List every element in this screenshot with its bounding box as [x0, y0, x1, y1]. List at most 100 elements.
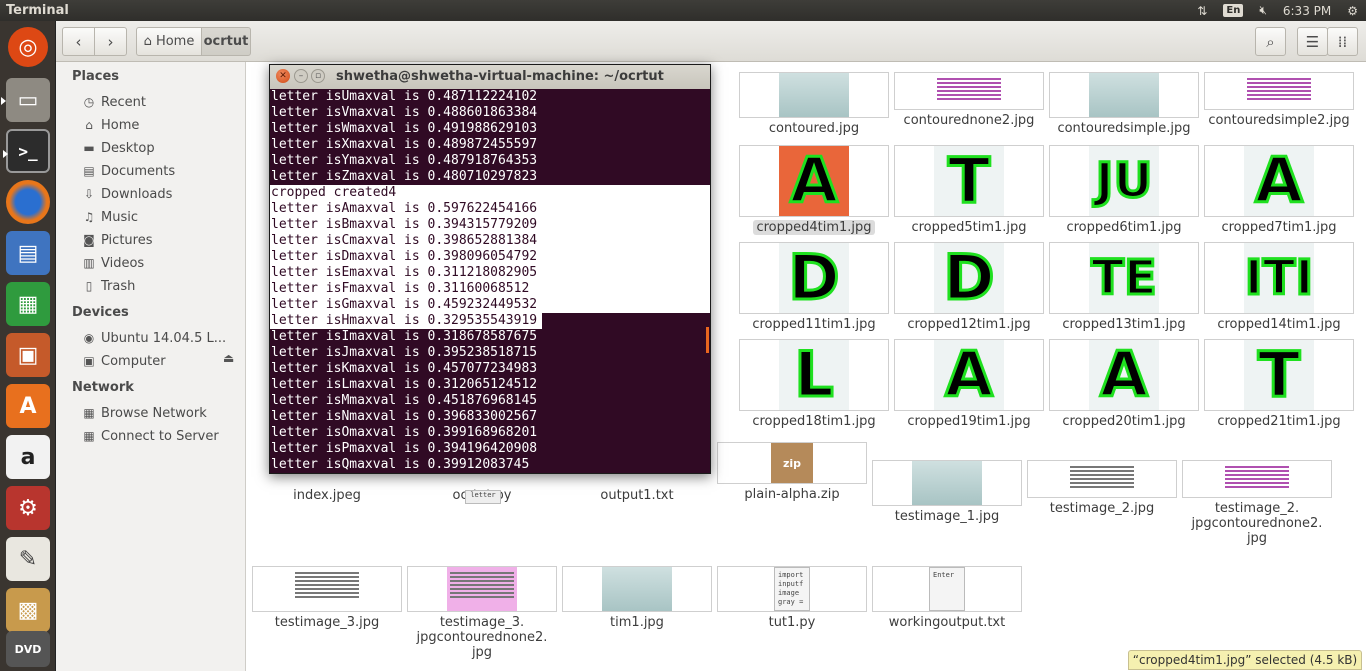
sidebar-item-ubuntu-14-04-5-l[interactable]: ◉ Ubuntu 14.04.5 L...	[82, 327, 242, 349]
close-icon[interactable]: ✕	[276, 69, 290, 83]
terminal-scrollbar[interactable]	[706, 327, 709, 353]
eject-icon[interactable]: ⏏	[223, 351, 234, 365]
network-icon: ▦	[83, 406, 95, 420]
image-viewer-icon[interactable]: ▩	[6, 588, 50, 632]
files-icon[interactable]: ▭	[1, 78, 50, 122]
breadcrumb-current[interactable]: ocrtut	[201, 27, 251, 56]
view-grid-button[interactable]: ⁞⁞	[1327, 27, 1358, 56]
back-button[interactable]: ‹	[62, 27, 95, 56]
file-item[interactable]: import inputf image gray = tut1.py	[717, 566, 867, 630]
sidebar-item-label: Trash	[101, 278, 136, 294]
search-button[interactable]: ⌕	[1255, 27, 1286, 56]
terminal-line: letter isXmaxval is 0.489872455597	[271, 137, 538, 152]
file-item[interactable]: JU cropped6tim1.jpg	[1049, 145, 1199, 235]
system-settings-icon[interactable]: ⚙	[6, 486, 50, 530]
file-item[interactable]: Tcropped5tim1.jpg	[894, 145, 1044, 235]
chevron-left-icon: ‹	[75, 32, 82, 51]
text-editor-icon[interactable]: ✎	[6, 537, 50, 581]
sidebar-item-pictures[interactable]: ◙ Pictures	[82, 229, 242, 251]
minimize-icon[interactable]: –	[294, 69, 308, 83]
file-item[interactable]: Dcropped11tim1.jpg	[739, 242, 889, 332]
image-thumbnail	[894, 72, 1044, 110]
file-item[interactable]: Acropped7tim1.jpg	[1204, 145, 1354, 235]
sidebar-item-trash[interactable]: ▯ Trash	[82, 275, 242, 297]
file-name: testimage_3.jpg	[274, 615, 380, 630]
terminal-line: letter isYmaxval is 0.487918764353	[271, 153, 538, 168]
file-item[interactable]: index.jpeg	[252, 485, 402, 503]
file-item[interactable]: Enter workingoutput.txt	[872, 566, 1022, 630]
terminal-line: letter isOmaxval is 0.399168968201	[271, 425, 538, 440]
file-item[interactable]: zip plain-alpha.zip	[717, 442, 867, 502]
sidebar-item-label: Connect to Server	[101, 428, 219, 444]
forward-button[interactable]: ›	[94, 27, 127, 56]
libreoffice-writer-icon[interactable]: ▤	[6, 231, 50, 275]
sidebar-item-recent[interactable]: ◷ Recent	[82, 91, 242, 113]
file-name: tim1.jpg	[610, 615, 664, 630]
file-item[interactable]: testimage_2.jpg	[1027, 460, 1177, 516]
keyboard-layout-indicator[interactable]: En	[1223, 4, 1244, 17]
file-item[interactable]: testimage_1.jpg	[872, 460, 1022, 524]
file-item[interactable]: contouredsimple.jpg	[1049, 72, 1199, 136]
file-item[interactable]: TE cropped13tim1.jpg	[1049, 242, 1199, 332]
file-item[interactable]: Tcropped21tim1.jpg	[1204, 339, 1354, 429]
terminal-line: letter isEmaxval is 0.311218082905	[270, 265, 710, 281]
python-file-icon: letter	[465, 490, 501, 504]
places-header: Places	[72, 69, 120, 84]
sidebar-item-music[interactable]: ♫ Music	[82, 206, 242, 228]
sidebar-item-browse-network[interactable]: ▦ Browse Network	[82, 402, 242, 424]
view-list-button[interactable]: ☰	[1297, 27, 1328, 56]
letter-thumbnail: ITI	[1204, 242, 1354, 314]
sidebar-item-home[interactable]: ⌂ Home	[82, 114, 242, 136]
sidebar-item-desktop[interactable]: ▬ Desktop	[82, 137, 242, 159]
file-item[interactable]: testimage_3.jpg	[252, 566, 402, 630]
letter-thumbnail: JU	[1049, 145, 1199, 217]
file-item[interactable]: Acropped20tim1.jpg	[1049, 339, 1199, 429]
python-file-icon: import inputf image gray =	[717, 566, 867, 612]
file-item[interactable]: Dcropped12tim1.jpg	[894, 242, 1044, 332]
sidebar-item-downloads[interactable]: ⇩ Downloads	[82, 183, 242, 205]
clock[interactable]: 6:33 PM	[1283, 4, 1331, 18]
file-item[interactable]: output1.txt	[562, 485, 712, 503]
terminal-output[interactable]: letter isUmaxval is 0.487112224102 letter…	[270, 89, 710, 474]
letter-thumbnail: A	[739, 145, 889, 217]
breadcrumb-home[interactable]: ⌂ Home	[136, 27, 202, 56]
letter-thumbnail: D	[739, 242, 889, 314]
dvd-icon[interactable]: DVD	[6, 631, 50, 667]
file-item[interactable]: contourednone2.jpg	[894, 72, 1044, 128]
terminal-line: letter isHmaxval is 0.329535543919	[270, 313, 542, 329]
sidebar-item-connect-to-server[interactable]: ▦ Connect to Server	[82, 425, 242, 447]
settings-gear-icon[interactable]: ⚙	[1347, 4, 1358, 18]
network-arrows-icon[interactable]: ⇅	[1197, 4, 1207, 18]
sidebar-item-documents[interactable]: ▤ Documents	[82, 160, 242, 182]
file-item[interactable]: testimage_3. jpgcontourednone2. jpg	[407, 566, 557, 660]
maximize-icon[interactable]: ▫	[311, 69, 325, 83]
terminal-icon[interactable]: >_	[3, 129, 50, 173]
terminal-line: letter isVmaxval is 0.488601863384	[271, 105, 538, 120]
sidebar: Places ◷ Recent ⌂ Home ▬ Desktop ▤ Documents ⇩ Do…	[56, 62, 246, 671]
file-item[interactable]: Lcropped18tim1.jpg	[739, 339, 889, 429]
terminal-window[interactable]: ✕ – ▫ shwetha@shwetha-virtual-machine: ~…	[269, 64, 711, 474]
amazon-icon[interactable]: a	[6, 435, 50, 479]
sidebar-item-videos[interactable]: ▥ Videos	[82, 252, 242, 274]
file-item[interactable]: testimage_2. jpgcontourednone2. jpg	[1182, 460, 1332, 546]
file-item[interactable]: contoured.jpg	[739, 72, 889, 136]
software-center-icon[interactable]: A	[6, 384, 50, 428]
letter-thumbnail: TE	[1049, 242, 1199, 314]
volume-muted-icon[interactable]: 🔇︎	[1259, 3, 1267, 18]
terminal-line: letter isMmaxval is 0.451876968145	[271, 393, 538, 408]
letter-thumbnail: D	[894, 242, 1044, 314]
file-item[interactable]: contouredsimple2.jpg	[1204, 72, 1354, 128]
file-item[interactable]: Acropped4tim1.jpg	[739, 145, 889, 235]
terminal-line: letter isZmaxval is 0.480710297823	[271, 169, 538, 184]
dash-home-icon[interactable]: ◎	[8, 27, 48, 67]
film-icon: ▥	[83, 256, 95, 270]
image-thumbnail	[252, 566, 402, 612]
sidebar-item-computer[interactable]: ▣ Computer	[82, 350, 242, 372]
terminal-titlebar[interactable]: ✕ – ▫ shwetha@shwetha-virtual-machine: ~…	[270, 65, 710, 89]
firefox-icon[interactable]	[6, 180, 50, 224]
file-item[interactable]: tim1.jpg	[562, 566, 712, 630]
file-item[interactable]: Acropped19tim1.jpg	[894, 339, 1044, 429]
file-item[interactable]: ITI cropped14tim1.jpg	[1204, 242, 1354, 332]
libreoffice-impress-icon[interactable]: ▣	[6, 333, 50, 377]
libreoffice-calc-icon[interactable]: ▦	[6, 282, 50, 326]
